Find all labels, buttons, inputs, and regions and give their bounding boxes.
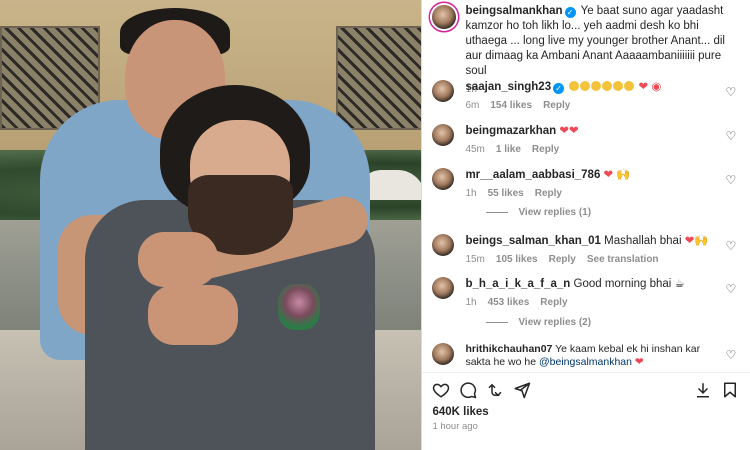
comment-likes[interactable]: 154 likes [490,100,532,111]
mention-link[interactable]: @beingsalmankhan [539,356,632,368]
view-replies-button[interactable]: View replies (2) [486,317,591,328]
comment-time: 6m [465,100,480,111]
comment-text: Good morning bhai [573,278,672,290]
avatar[interactable] [432,124,455,146]
view-replies-label: View replies (2) [518,317,592,328]
comment-emoji: ❤❤ [559,125,579,137]
heart-icon[interactable] [432,381,450,399]
avatar[interactable] [432,234,455,256]
brooch [278,284,320,330]
reply-button[interactable]: Reply [535,188,562,199]
comment-username[interactable]: hrithikchauhan07 [465,343,552,355]
comment-time: 1h [465,297,477,308]
lattice-window [336,26,422,130]
comment-time: 1h [465,188,477,199]
avatar[interactable] [432,277,455,299]
see-translation-button[interactable]: See translation [587,254,659,265]
comment: beingmazarkhan ❤❤ 45m 1 like Reply ♡ [432,124,744,157]
likes-count[interactable]: 640K likes [432,406,488,418]
hand [148,285,238,345]
comment-like-icon[interactable]: ♡ [725,174,737,186]
send-icon[interactable] [513,381,531,399]
comment-emoji: ❤ ◉ [638,81,662,93]
comment-username[interactable]: saajan_singh23 [465,81,551,93]
comment: saajan_singh23 ✓ ❤ ◉ 6m 154 likes Reply ♡ [432,80,744,113]
comment-username[interactable]: mr__aalam_aabbasi_786 [465,169,600,181]
comment-likes[interactable]: 105 likes [496,254,538,265]
comment-emoji: ☕ [674,278,685,290]
comment-emoji: ❤ [634,356,644,368]
comment-time: 15m [465,254,485,265]
caption-username[interactable]: beingsalmankhan [465,5,562,17]
comment-like-icon[interactable]: ♡ [725,130,737,142]
comment: mr__aalam_aabbasi_786 ❤ 🙌 1h 55 likes Repl… [432,168,744,201]
post-timestamp: 1 hour ago [432,421,478,432]
comment-like-icon[interactable]: ♡ [725,349,737,361]
save-icon[interactable] [721,381,739,399]
reply-button[interactable]: Reply [540,297,567,308]
comment-emoji: ❤🙌 [684,235,709,247]
view-replies-label: View replies (1) [518,207,592,218]
avatar[interactable] [432,168,455,190]
comment-icon[interactable] [459,381,477,399]
comment-username[interactable]: b_h_a_i_k_a_f_a_n [465,278,570,290]
avatar[interactable] [432,80,455,102]
share-icon[interactable] [486,381,504,399]
reply-button[interactable]: Reply [543,100,570,111]
comment-like-icon[interactable]: ♡ [725,240,737,252]
comment-likes[interactable]: 1 like [496,144,521,155]
comment: hrithikchauhan07 Ye kaam kebal ek hi ins… [432,343,744,369]
comment: b_h_a_i_k_a_f_a_n Good morning bhai ☕ 1h… [432,277,744,310]
comment-likes[interactable]: 55 likes [488,188,524,199]
post-photo [0,0,422,450]
view-replies-button[interactable]: View replies (1) [486,207,591,218]
reply-button[interactable]: Reply [532,144,559,155]
comment-time: 45m [465,144,485,155]
avatar[interactable] [432,343,455,365]
comment-text: Mashallah bhai [604,235,682,247]
hand [138,232,218,287]
action-bar [422,372,750,409]
post-panel: beingsalmankhan ✓ Ye baat suno agar yaada… [421,0,750,450]
comment-like-icon[interactable]: ♡ [725,283,737,295]
comment: beings_salman_khan_01 Mashallah bhai ❤🙌 … [432,234,744,267]
verified-badge-icon: ✓ [553,83,565,94]
download-icon[interactable] [694,381,712,399]
comment-username[interactable]: beings_salman_khan_01 [465,235,601,247]
comment-like-icon[interactable]: ♡ [725,86,737,98]
emoji-row [569,81,635,93]
verified-badge-icon: ✓ [564,7,576,18]
comment-likes[interactable]: 453 likes [488,297,530,308]
comment-emoji: ❤ 🙌 [603,169,631,181]
comment-username[interactable]: beingmazarkhan [465,125,556,137]
reply-button[interactable]: Reply [549,254,576,265]
avatar[interactable] [432,5,457,29]
